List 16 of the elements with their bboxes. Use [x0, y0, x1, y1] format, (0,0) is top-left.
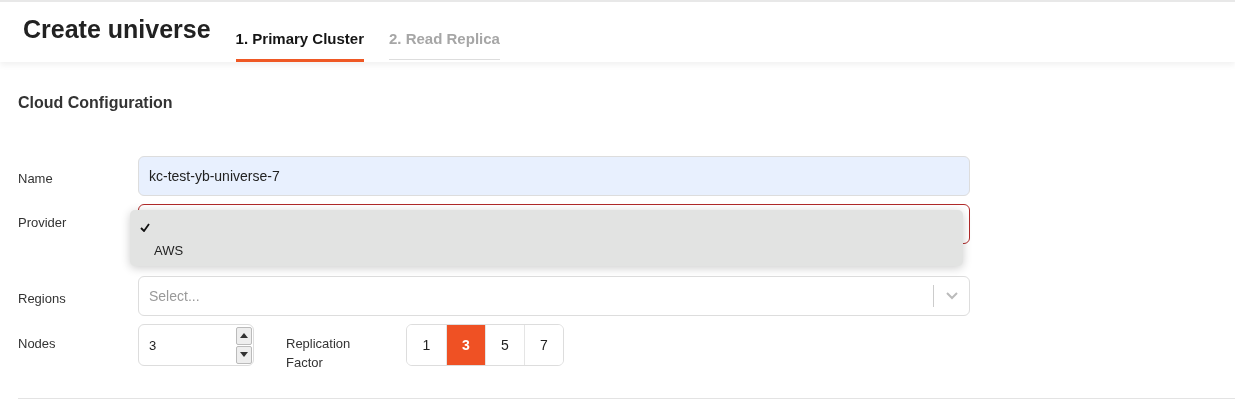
dropdown-option[interactable]: AWS — [130, 239, 963, 262]
field-label: Regions — [18, 290, 67, 308]
field-label: Nodes — [18, 335, 57, 353]
triangle-up-icon — [240, 333, 248, 338]
replication-option[interactable]: 3 — [446, 325, 485, 365]
check-icon — [140, 223, 150, 232]
page-title: Create universe — [23, 15, 211, 44]
section-title: Cloud Configuration — [18, 94, 174, 112]
field-label: Name — [18, 170, 54, 188]
field-label: Provider — [18, 214, 68, 232]
regions-select[interactable]: Select... — [138, 276, 970, 316]
replication-option[interactable]: 7 — [524, 325, 563, 365]
tab[interactable]: 1. Primary Cluster — [235, 30, 364, 62]
name-field[interactable]: kc-test-yb-universe-7 — [138, 156, 970, 196]
triangle-down-icon — [240, 352, 248, 357]
field-label: Replication Factor — [286, 335, 352, 372]
